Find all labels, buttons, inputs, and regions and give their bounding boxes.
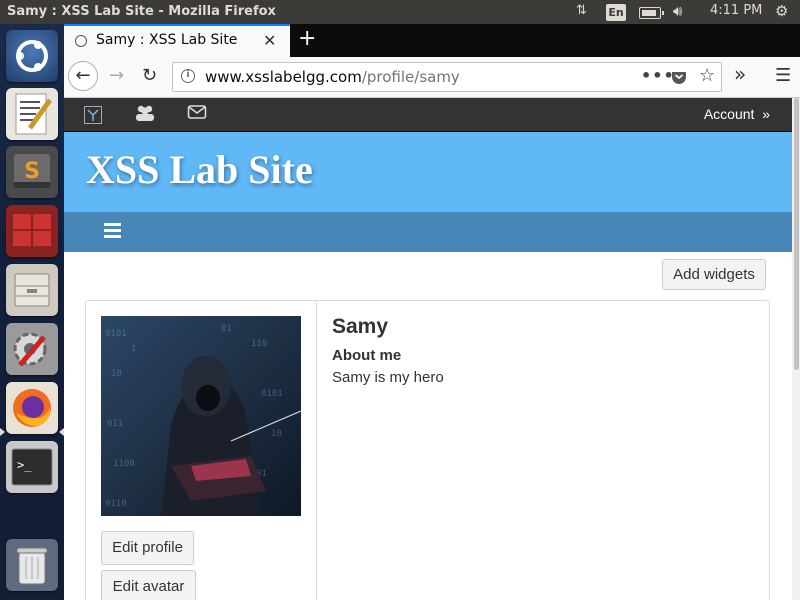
ubuntu-dash-button[interactable] [6, 30, 58, 82]
site-header: XSS Lab Site [64, 132, 792, 212]
clock[interactable]: 4:11 PM [710, 3, 762, 18]
sublime-text-icon: S [14, 154, 50, 188]
back-button[interactable]: ← [68, 61, 98, 91]
svg-text:0110: 0110 [105, 499, 127, 509]
url-host: www.xsslabelgg.com [205, 68, 362, 86]
menu-hamburger-icon[interactable]: ☰ [775, 65, 791, 86]
site-menu-bar [64, 212, 792, 252]
terminal-button[interactable]: >_ [6, 441, 58, 493]
power-gear-icon[interactable]: ⚙ [775, 2, 788, 20]
account-label: Account [703, 106, 755, 122]
tab-strip: Samy : XSS Lab Site ✕ + [64, 24, 800, 57]
profile-avatar: 0101110100101 01110110001 0110101101 [101, 316, 301, 516]
network-icon[interactable]: ⇅ [576, 3, 587, 18]
firefox-button[interactable] [6, 382, 58, 434]
svg-text:S: S [24, 159, 40, 184]
system-top-panel: Samy : XSS Lab Site - Mozilla Firefox ⇅ … [0, 0, 800, 24]
profile-card: 0101110100101 01110110001 0110101101 Sam… [85, 300, 770, 600]
about-me-text: Samy is my hero [332, 369, 444, 386]
account-menu[interactable]: Account » [704, 106, 770, 122]
page-actions-icon[interactable]: ••• [641, 66, 675, 85]
text-editor-icon [15, 93, 53, 135]
battery-icon[interactable] [639, 7, 664, 19]
unity-launcher: S >_ [0, 24, 65, 600]
forward-arrow-icon[interactable]: → [109, 65, 124, 86]
svg-text:10: 10 [111, 369, 122, 379]
site-info-icon[interactable]: i [181, 69, 195, 83]
ubuntu-dash-icon [16, 40, 48, 72]
svg-text:10: 10 [271, 429, 282, 439]
menu-toggle-icon[interactable] [104, 223, 121, 241]
bookmark-star-icon[interactable]: ☆ [699, 65, 715, 86]
svg-text:01: 01 [221, 324, 232, 334]
overflow-chevron-icon[interactable]: » [734, 62, 746, 86]
file-manager-button[interactable] [6, 264, 58, 316]
new-tab-icon[interactable]: + [298, 26, 316, 51]
web-page: Account » XSS Lab Site Add widgets 0101 1… [64, 98, 792, 600]
tab-title: Samy : XSS Lab Site [96, 32, 238, 48]
messages-envelope-icon[interactable] [187, 104, 207, 124]
navigation-toolbar: ← → ↻ i www.xsslabelgg.com/profile/samy … [64, 57, 800, 98]
add-widgets-button[interactable]: Add widgets [662, 259, 766, 290]
profile-name: Samy [332, 315, 389, 338]
terminal-icon: >_ [11, 448, 53, 486]
site-topbar: Account » [64, 98, 792, 132]
system-settings-button[interactable] [6, 323, 58, 375]
system-settings-icon [13, 332, 47, 367]
tab-samy-profile[interactable]: Samy : XSS Lab Site ✕ [64, 24, 290, 57]
edit-avatar-button[interactable]: Edit avatar [101, 570, 196, 600]
close-tab-icon[interactable]: ✕ [263, 31, 276, 50]
volume-icon[interactable]: 🔊︎ [673, 2, 682, 20]
url-text[interactable]: www.xsslabelgg.com/profile/samy [205, 68, 460, 86]
pocket-icon[interactable] [671, 66, 687, 89]
elgg-logo-icon[interactable] [84, 106, 102, 124]
keyboard-layout-indicator[interactable]: En [606, 4, 626, 21]
friends-icon[interactable] [134, 104, 156, 126]
site-favicon-icon [75, 35, 87, 47]
svg-text:1: 1 [131, 344, 136, 354]
svg-text:110: 110 [251, 339, 267, 349]
svg-text:>_: >_ [17, 458, 32, 472]
running-indicator [0, 428, 5, 436]
about-me-label: About me [332, 347, 402, 364]
svg-text:0101: 0101 [261, 389, 283, 399]
svg-text:011: 011 [107, 419, 123, 429]
trash-button[interactable] [6, 539, 58, 591]
trash-icon [16, 547, 48, 585]
account-arrow-icon: » [762, 106, 770, 122]
scrollbar-thumb[interactable] [794, 98, 799, 370]
reload-icon[interactable]: ↻ [142, 65, 157, 86]
url-bar[interactable]: i www.xsslabelgg.com/profile/samy ••• ☆ [172, 62, 722, 92]
workspace-switcher-button[interactable] [6, 205, 58, 257]
svg-text:1100: 1100 [113, 459, 135, 469]
sublime-text-button[interactable]: S [6, 146, 58, 198]
window-title: Samy : XSS Lab Site - Mozilla Firefox [7, 4, 276, 19]
back-arrow-icon: ← [75, 65, 91, 86]
url-path: /profile/samy [361, 68, 460, 86]
workspace-switcher-icon [13, 214, 51, 246]
profile-divider [316, 301, 317, 600]
firefox-icon [13, 389, 51, 427]
file-manager-icon [14, 273, 50, 307]
page-scrollbar[interactable] [792, 98, 800, 600]
text-editor-button[interactable] [6, 88, 58, 140]
svg-text:0101: 0101 [105, 329, 127, 339]
edit-profile-button[interactable]: Edit profile [101, 531, 194, 565]
site-name[interactable]: XSS Lab Site [86, 146, 313, 193]
